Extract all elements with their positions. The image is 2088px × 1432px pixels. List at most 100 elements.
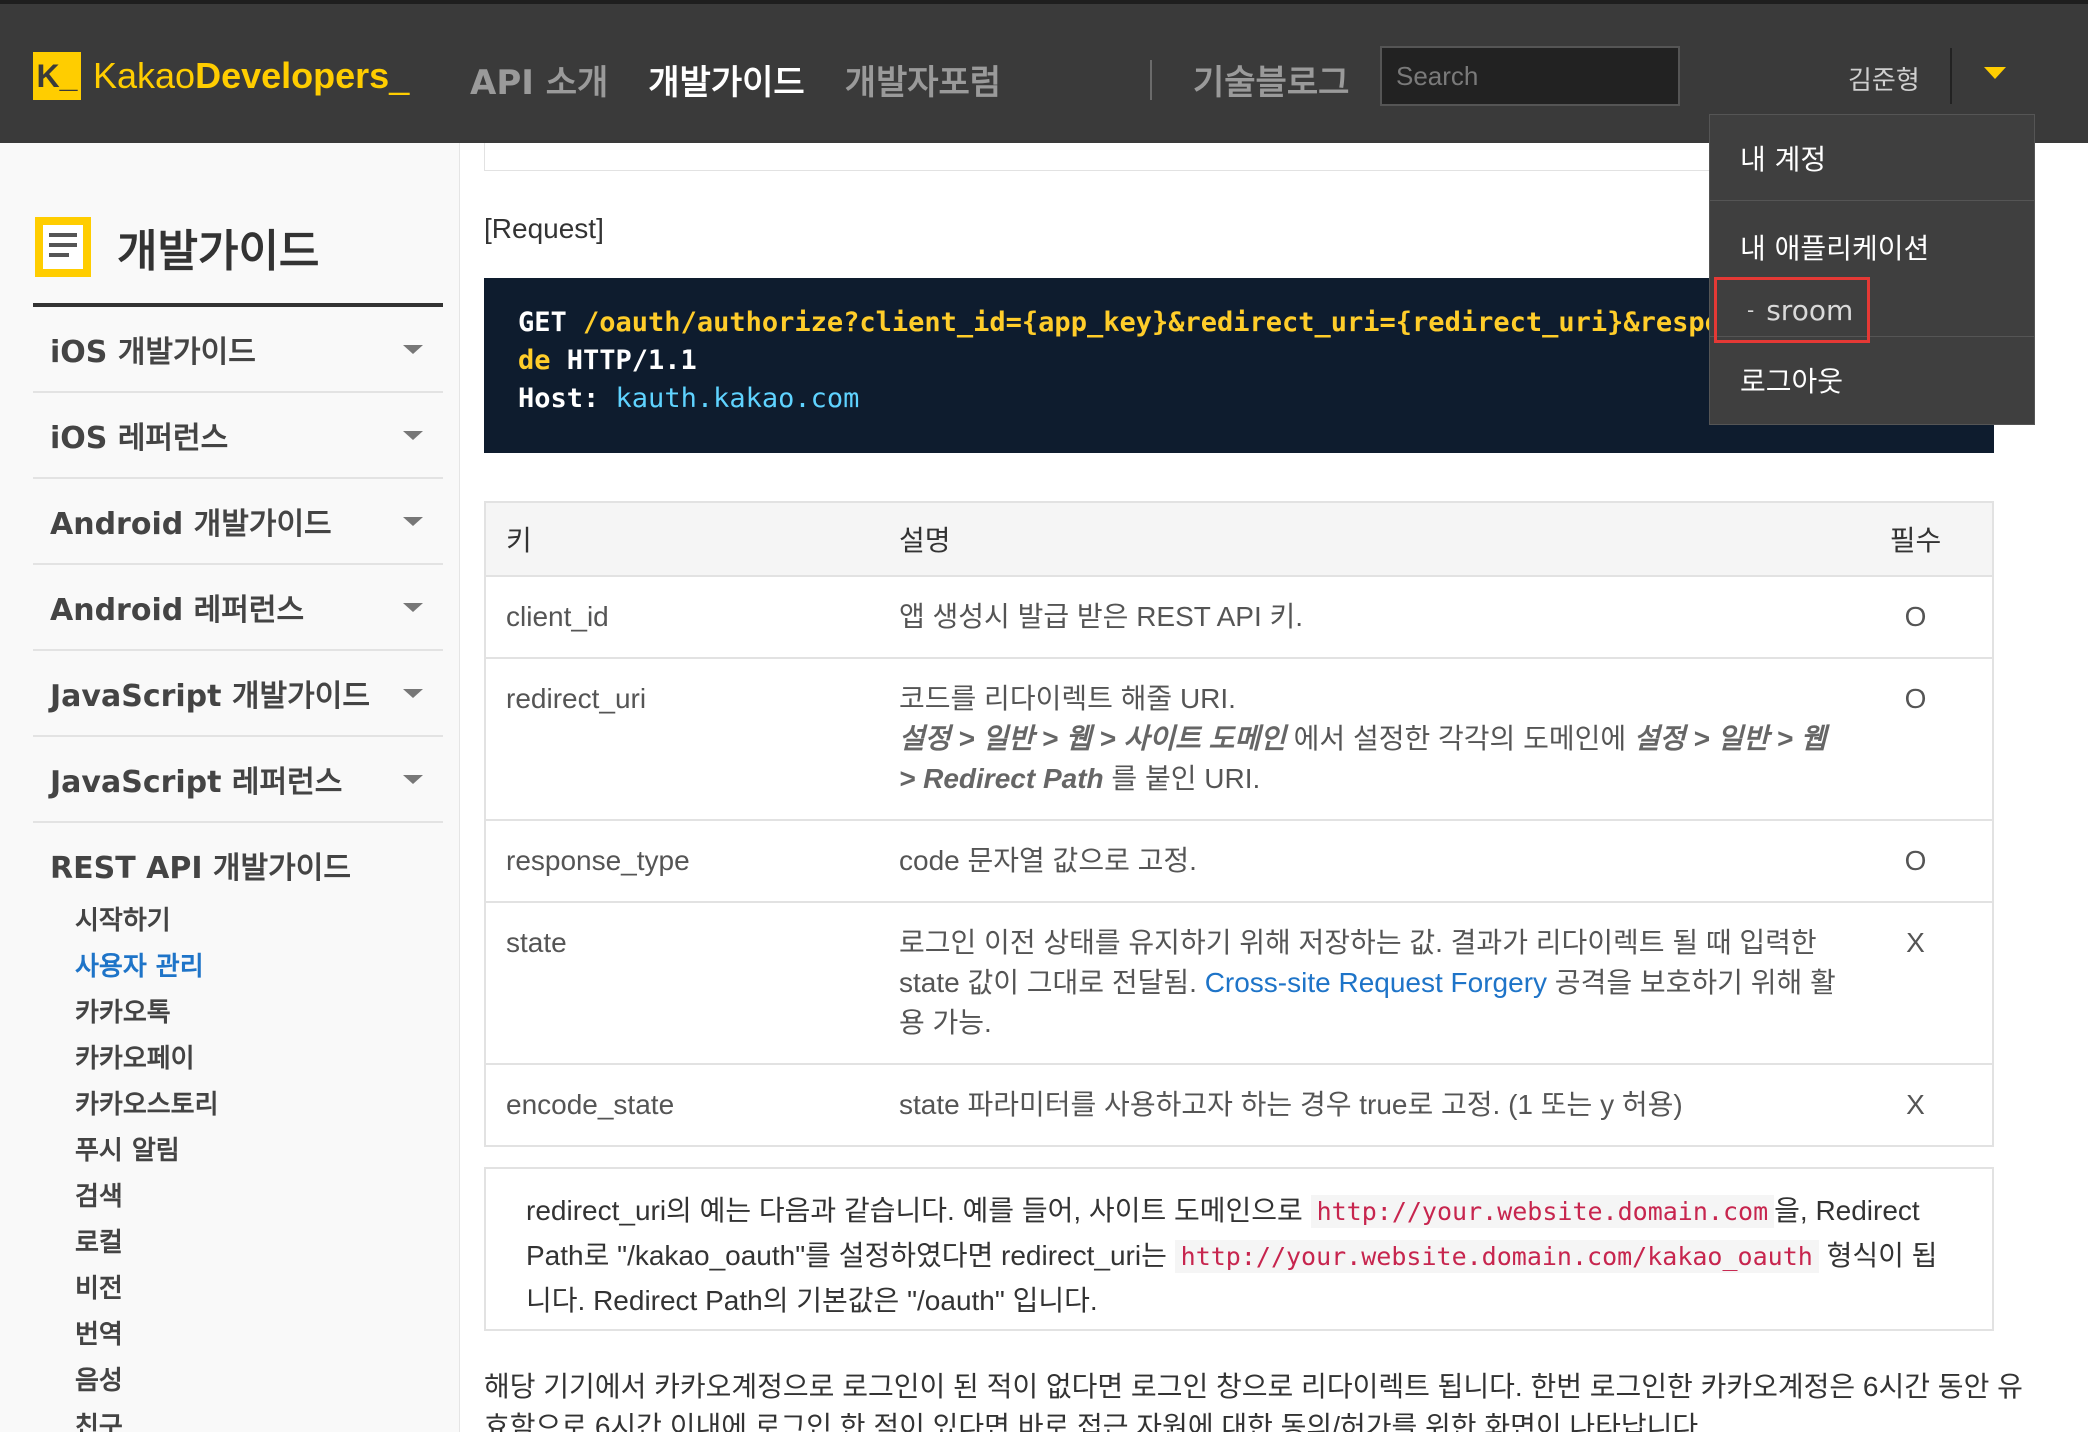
table-header: 설명 bbox=[879, 502, 1839, 577]
sidebar-sub-kakaotalk[interactable]: 카카오톡 bbox=[75, 992, 219, 1038]
caret-down-icon bbox=[403, 602, 423, 612]
nav-api-intro[interactable]: API 소개 bbox=[470, 55, 608, 104]
desc-emphasis: 설정 > 일반 > 웹 > 사이트 도메인 bbox=[899, 723, 1286, 754]
table-cell-required: X bbox=[1839, 902, 1993, 1065]
sidebar-item-android-guide[interactable]: Android 개발가이드 bbox=[33, 479, 443, 565]
sidebar-sub-kakaopay[interactable]: 카카오페이 bbox=[75, 1038, 219, 1084]
table-row: state 로그인 이전 상태를 유지하기 위해 저장하는 값. 결과가 리다이… bbox=[485, 902, 1993, 1065]
table-cell-key: client_id bbox=[485, 576, 879, 659]
sidebar-sub-user-management[interactable]: 사용자 관리 bbox=[75, 946, 219, 992]
caret-down-icon bbox=[403, 688, 423, 698]
sidebar-item-ios-guide[interactable]: iOS 개발가이드 bbox=[33, 307, 443, 393]
nav-separator bbox=[1150, 60, 1152, 100]
sidebar-title: 개발가이드 bbox=[33, 215, 319, 279]
sidebar-sub-local[interactable]: 로컬 bbox=[75, 1222, 219, 1268]
sidebar-item-label: iOS 레퍼런스 bbox=[50, 421, 229, 456]
user-separator bbox=[1950, 48, 1952, 104]
nav-dev-guide[interactable]: 개발가이드 bbox=[648, 55, 804, 104]
sidebar-sub-voice[interactable]: 음성 bbox=[75, 1360, 219, 1406]
sidebar-sub-kakaostory[interactable]: 카카오스토리 bbox=[75, 1084, 219, 1130]
table-row: response_type code 문자열 값으로 고정. O bbox=[485, 820, 1993, 903]
caret-down-icon bbox=[403, 430, 423, 440]
table-cell-desc: state 파라미터를 사용하고자 하는 경우 true로 고정. (1 또는 … bbox=[879, 1064, 1839, 1147]
caret-down-icon bbox=[403, 344, 423, 354]
sidebar-item-android-reference[interactable]: Android 레퍼런스 bbox=[33, 565, 443, 651]
csrf-link[interactable]: Cross-site Request Forgery bbox=[1205, 967, 1547, 998]
table-cell-required: O bbox=[1839, 576, 1993, 659]
caret-down-icon bbox=[403, 774, 423, 784]
sidebar-sub-list: 시작하기 사용자 관리 카카오톡 카카오페이 카카오스토리 푸시 알림 검색 로… bbox=[75, 900, 219, 1432]
menu-item-my-apps[interactable]: 내 애플리케이션 bbox=[1740, 227, 2034, 267]
code-path-cont: de bbox=[518, 345, 551, 376]
table-cell-desc: 코드를 리다이렉트 해줄 URI. 설정 > 일반 > 웹 > 사이트 도메인 에… bbox=[879, 658, 1839, 821]
logo-mark: K_ bbox=[33, 52, 81, 100]
dash-icon: - bbox=[1747, 298, 1755, 322]
code-host-value: kauth.kakao.com bbox=[615, 383, 860, 414]
logo-kakao: Kakao bbox=[93, 55, 196, 96]
caret-down-icon bbox=[403, 516, 423, 526]
table-cell-key: encode_state bbox=[485, 1064, 879, 1147]
desc-text: 코드를 리다이렉트 해줄 URI. bbox=[899, 683, 1236, 714]
sidebar-item-label: iOS 개발가이드 bbox=[50, 335, 256, 370]
search-box bbox=[1380, 46, 1731, 106]
sidebar-sub-push[interactable]: 푸시 알림 bbox=[75, 1130, 219, 1176]
note-code: http://your.website.domain.com bbox=[1310, 1195, 1775, 1228]
menu-section-my-apps: 내 애플리케이션 - sroom bbox=[1710, 201, 2034, 343]
desc-text: 를 붙인 URI. bbox=[1103, 763, 1261, 794]
table-cell-desc: code 문자열 값으로 고정. bbox=[879, 820, 1839, 903]
table-cell-required: O bbox=[1839, 820, 1993, 903]
user-menu-toggle[interactable] bbox=[1980, 59, 2010, 89]
table-cell-desc: 로그인 이전 상태를 유지하기 위해 저장하는 값. 결과가 리다이렉트 될 때… bbox=[879, 902, 1839, 1065]
sidebar-list: iOS 개발가이드 iOS 레퍼런스 Android 개발가이드 Android… bbox=[33, 307, 443, 823]
logo[interactable]: K_ KakaoDevelopers_ bbox=[33, 50, 409, 102]
table-cell-required: X bbox=[1839, 1064, 1993, 1147]
note-box: redirect_uri의 예는 다음과 같습니다. 예를 들어, 사이트 도메… bbox=[484, 1167, 1994, 1331]
table-row: client_id 앱 생성시 발급 받은 REST API 키. O bbox=[485, 576, 1993, 659]
main-nav: API 소개 개발가이드 개발자포럼 bbox=[470, 54, 1041, 104]
table-cell-required: O bbox=[1839, 658, 1993, 821]
sidebar-item-label: Android 레퍼런스 bbox=[50, 593, 305, 628]
sidebar-sub-search[interactable]: 검색 bbox=[75, 1176, 219, 1222]
logo-cursor: _ bbox=[389, 55, 410, 96]
menu-item-logout[interactable]: 로그아웃 bbox=[1710, 337, 2034, 423]
sidebar-sub-vision[interactable]: 비전 bbox=[75, 1268, 219, 1314]
nav-tech-blog[interactable]: 기술블로그 bbox=[1193, 54, 1349, 104]
sidebar-item-label: JavaScript 개발가이드 bbox=[50, 679, 370, 714]
bottom-paragraph: 해당 기기에서 카카오계정으로 로그인이 된 적이 없다면 로그인 창으로 리다… bbox=[484, 1371, 2023, 1432]
sidebar-sub-getting-started[interactable]: 시작하기 bbox=[75, 900, 219, 946]
sidebar-item-ios-reference[interactable]: iOS 레퍼런스 bbox=[33, 393, 443, 479]
sidebar-item-javascript-guide[interactable]: JavaScript 개발가이드 bbox=[33, 651, 443, 737]
app-name: sroom bbox=[1766, 293, 1854, 327]
user-dropdown-menu: 내 계정 내 애플리케이션 - sroom 로그아웃 bbox=[1709, 114, 2035, 425]
menu-item-app-sroom[interactable]: - sroom bbox=[1714, 277, 1870, 343]
code-protocol: HTTP/1.1 bbox=[550, 345, 697, 376]
sidebar-sub-friends[interactable]: 친구 bbox=[75, 1406, 219, 1432]
request-label: [Request] bbox=[484, 213, 604, 244]
table-header-row: 키 설명 필수 bbox=[485, 502, 1993, 577]
menu-item-my-account[interactable]: 내 계정 bbox=[1710, 115, 2034, 201]
logo-developers: Developers bbox=[195, 55, 390, 96]
sidebar-item-javascript-reference[interactable]: JavaScript 레퍼런스 bbox=[33, 737, 443, 823]
search-input[interactable] bbox=[1396, 60, 1731, 92]
desc-text: 에서 설정한 각각의 도메인에 bbox=[1285, 723, 1634, 754]
sidebar-item-rest-api-guide[interactable]: REST API 개발가이드 bbox=[50, 843, 351, 887]
table-cell-desc: 앱 생성시 발급 받은 REST API 키. bbox=[879, 576, 1839, 659]
table-row: encode_state state 파라미터를 사용하고자 하는 경우 tru… bbox=[485, 1064, 1993, 1147]
user-name[interactable]: 김준형 bbox=[1848, 60, 1920, 97]
table-row: redirect_uri 코드를 리다이렉트 해줄 URI. 설정 > 일반 > … bbox=[485, 658, 1993, 821]
table-cell-key: state bbox=[485, 902, 879, 1065]
sidebar: 개발가이드 iOS 개발가이드 iOS 레퍼런스 Android 개발가이드 A… bbox=[0, 143, 460, 1432]
code-host-label: Host: bbox=[518, 383, 616, 414]
code-method: GET bbox=[518, 307, 584, 338]
param-table: 키 설명 필수 client_id 앱 생성시 발급 받은 REST API 키… bbox=[484, 501, 1994, 1147]
nav-dev-forum[interactable]: 개발자포럼 bbox=[845, 55, 1001, 104]
sidebar-item-label: JavaScript 레퍼런스 bbox=[50, 765, 343, 800]
logo-text: KakaoDevelopers_ bbox=[93, 55, 409, 97]
note-text: redirect_uri의 예는 다음과 같습니다. 예를 들어, 사이트 도메… bbox=[526, 1195, 1311, 1226]
code-path: /oauth/authorize?client_id={app_key}&red… bbox=[583, 307, 1900, 338]
table-header: 필수 bbox=[1839, 502, 1993, 577]
note-code: http://your.website.domain.com/kakao_oau… bbox=[1174, 1240, 1819, 1273]
document-icon bbox=[35, 217, 91, 277]
sidebar-sub-translation[interactable]: 번역 bbox=[75, 1314, 219, 1360]
table-header: 키 bbox=[485, 502, 879, 577]
